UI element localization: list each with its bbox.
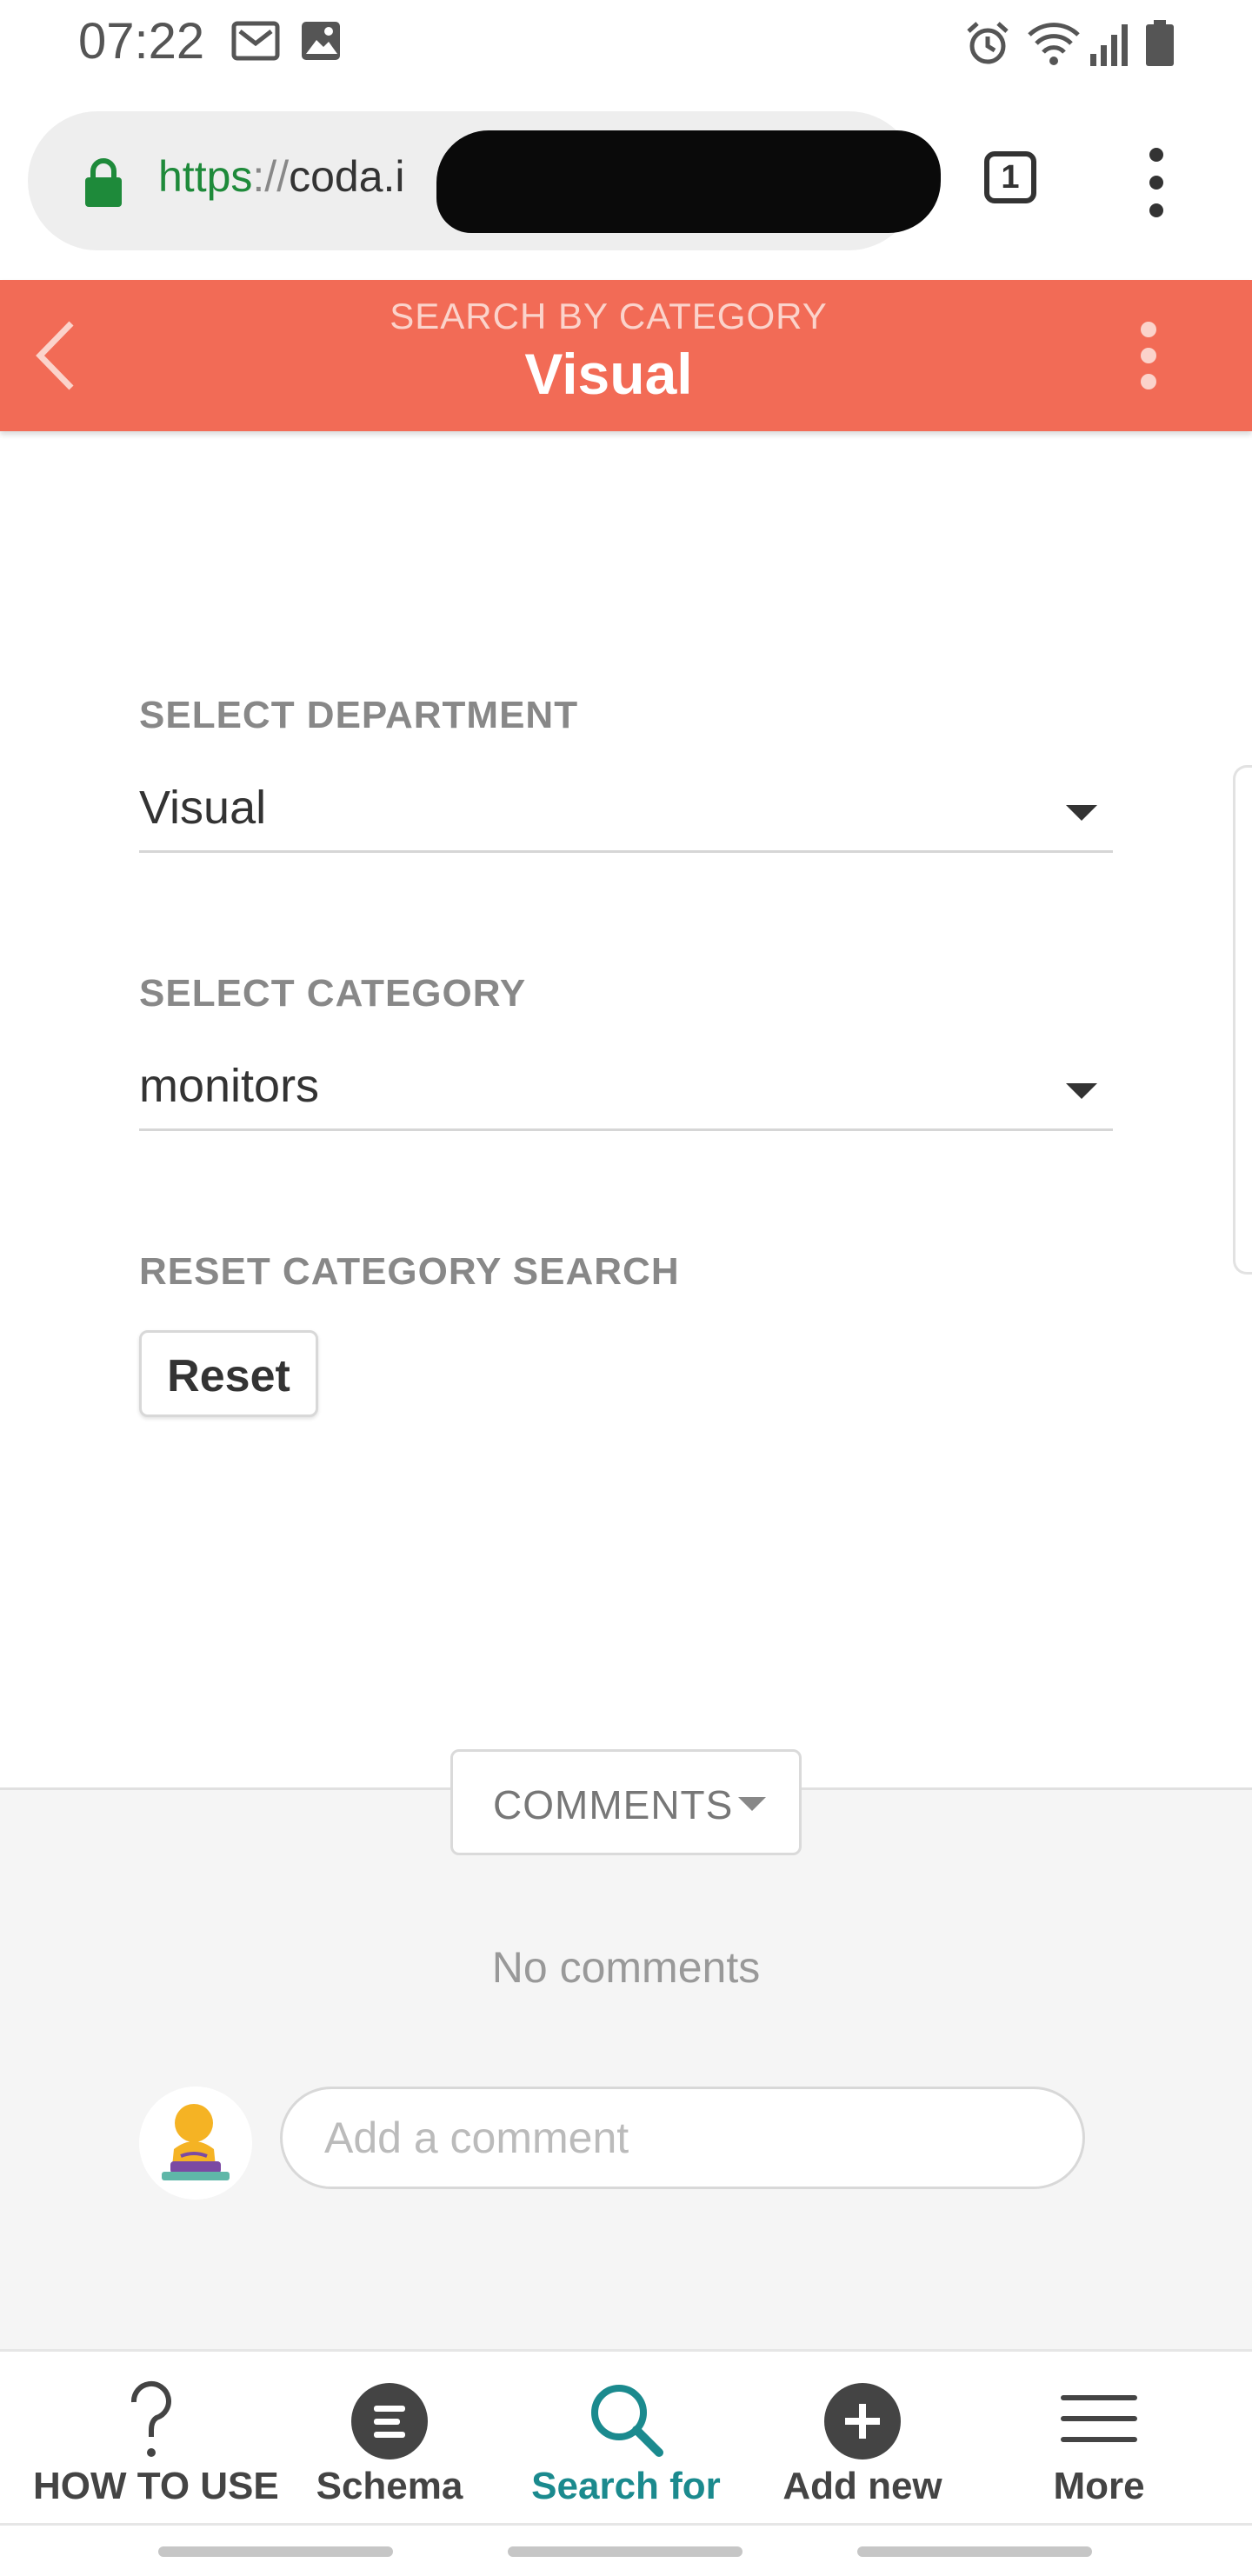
avatar bbox=[139, 2087, 252, 2200]
question-icon bbox=[108, 2376, 195, 2463]
comment-input[interactable] bbox=[280, 2087, 1085, 2189]
status-bar: 07:22 bbox=[0, 0, 1252, 87]
wifi-icon bbox=[1026, 19, 1082, 72]
url-text: https://coda.i bbox=[158, 151, 405, 202]
nav-label: Add new bbox=[782, 2465, 942, 2507]
department-label: SELECT DEPARTMENT bbox=[139, 694, 579, 736]
category-value: monitors bbox=[139, 1060, 320, 1112]
menu-icon bbox=[1056, 2376, 1142, 2463]
url-separator: :// bbox=[252, 152, 290, 201]
add-icon bbox=[819, 2376, 906, 2463]
category-select[interactable]: monitors bbox=[139, 1050, 1113, 1131]
no-comments-text: No comments bbox=[491, 1943, 761, 1992]
tab-switcher-button[interactable]: 1 bbox=[984, 151, 1036, 203]
lock-icon bbox=[83, 156, 123, 213]
gesture-pill[interactable] bbox=[158, 2546, 393, 2557]
reset-button[interactable]: Reset bbox=[139, 1330, 318, 1417]
list-icon bbox=[346, 2376, 433, 2463]
battery-icon bbox=[1144, 19, 1175, 72]
nav-how-to-use[interactable]: HOW TO USE bbox=[33, 2352, 279, 2526]
gesture-pill[interactable] bbox=[508, 2546, 743, 2557]
signal-icon bbox=[1089, 19, 1130, 72]
category-label: SELECT CATEGORY bbox=[139, 972, 527, 1015]
header-subtitle: SEARCH BY CATEGORY bbox=[390, 296, 828, 336]
page-title: Visual bbox=[524, 342, 693, 406]
nav-more[interactable]: More bbox=[981, 2352, 1217, 2526]
nav-label: Search for bbox=[531, 2465, 721, 2507]
comments-toggle[interactable]: COMMENTS bbox=[450, 1749, 802, 1855]
url-host: coda.i bbox=[289, 152, 405, 201]
caret-down-icon bbox=[1066, 1083, 1097, 1099]
nav-label: Schema bbox=[316, 2465, 463, 2507]
url-redaction bbox=[436, 130, 941, 233]
address-bar[interactable]: https://coda.i bbox=[28, 111, 941, 250]
side-panel-handle[interactable] bbox=[1233, 765, 1252, 1275]
alarm-icon bbox=[963, 19, 1012, 72]
department-value: Visual bbox=[139, 782, 267, 834]
department-select[interactable]: Visual bbox=[139, 772, 1113, 853]
reset-label: RESET CATEGORY SEARCH bbox=[139, 1250, 680, 1293]
nav-label: HOW TO USE bbox=[33, 2465, 279, 2507]
nav-add-new[interactable]: Add new bbox=[744, 2352, 981, 2526]
caret-down-icon bbox=[1066, 805, 1097, 821]
gesture-pill[interactable] bbox=[857, 2546, 1092, 2557]
app-header: SEARCH BY CATEGORY Visual bbox=[0, 280, 1252, 431]
nav-search-for[interactable]: Search for bbox=[508, 2352, 744, 2526]
browser-toolbar: https://coda.i 1 bbox=[0, 87, 1252, 280]
more-options-icon[interactable] bbox=[1130, 322, 1165, 391]
search-icon bbox=[583, 2376, 669, 2463]
comments-section bbox=[0, 1787, 1252, 2352]
comments-toggle-label: COMMENTS bbox=[493, 1782, 734, 1827]
nav-label: More bbox=[1053, 2465, 1145, 2507]
browser-menu-icon[interactable] bbox=[1139, 148, 1174, 217]
image-icon bbox=[299, 19, 343, 67]
bottom-navigation: HOW TO USE Schema Search for Add new Mor… bbox=[0, 2349, 1252, 2526]
gmail-icon bbox=[231, 19, 280, 67]
status-time: 07:22 bbox=[78, 13, 205, 70]
caret-down-icon bbox=[738, 1797, 766, 1811]
url-scheme: https bbox=[158, 152, 253, 201]
nav-schema[interactable]: Schema bbox=[271, 2352, 508, 2526]
system-gesture-bar bbox=[0, 2523, 1252, 2576]
